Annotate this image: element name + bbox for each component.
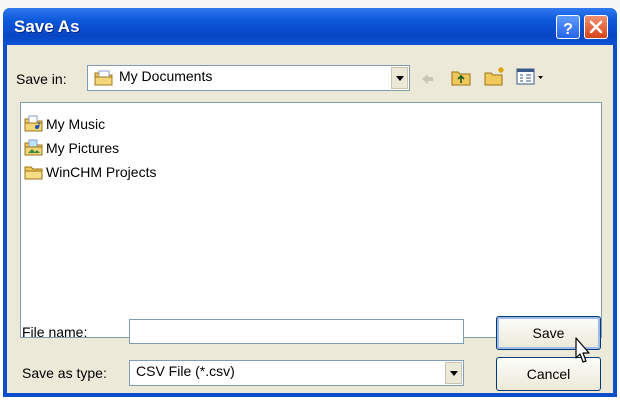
up-one-level-folder-icon[interactable] bbox=[450, 67, 472, 87]
close-x-icon bbox=[589, 20, 603, 34]
my-documents-folder-icon bbox=[94, 70, 113, 86]
list-item[interactable]: My Pictures bbox=[24, 138, 144, 158]
back-arrow-icon[interactable] bbox=[420, 72, 434, 86]
file-name: My Pictures bbox=[46, 140, 120, 156]
dialog-body: Save in: My Documents My Music My Pictur… bbox=[7, 45, 613, 393]
file-name: WinCHM Projects bbox=[46, 164, 157, 180]
save-in-dropdown[interactable]: My Documents bbox=[87, 65, 410, 91]
save-in-dropdown-button[interactable] bbox=[391, 67, 408, 89]
pictures-folder-icon bbox=[24, 139, 43, 156]
help-button[interactable]: ? bbox=[556, 15, 580, 39]
save-as-dialog: Save As ? Save in: My Documents My Music… bbox=[3, 8, 617, 397]
dialog-title: Save As bbox=[14, 17, 80, 36]
file-name: My Music bbox=[46, 116, 106, 132]
title-bar[interactable]: Save As ? bbox=[3, 8, 617, 45]
chevron-down-icon bbox=[396, 76, 404, 81]
save-in-label: Save in: bbox=[16, 71, 67, 87]
mouse-cursor-icon bbox=[575, 337, 590, 363]
close-button[interactable] bbox=[584, 15, 608, 39]
file-name-input[interactable] bbox=[129, 319, 464, 344]
save-in-value: My Documents bbox=[119, 68, 213, 84]
save-as-type-label: Save as type: bbox=[22, 365, 107, 381]
list-item[interactable]: My Music bbox=[24, 114, 144, 134]
background-strip bbox=[0, 0, 620, 8]
file-list[interactable]: My Music My Pictures WinCHM Projects bbox=[20, 102, 602, 338]
folder-icon bbox=[24, 166, 43, 180]
save-as-type-value: CSV File (*.csv) bbox=[136, 363, 235, 379]
file-name-label: File name: bbox=[22, 324, 88, 340]
views-menu-icon[interactable] bbox=[516, 67, 546, 87]
save-as-type-dropdown-button[interactable] bbox=[445, 362, 462, 384]
new-folder-icon[interactable] bbox=[483, 65, 507, 87]
svg-text:?: ? bbox=[563, 21, 573, 38]
chevron-down-icon bbox=[450, 371, 458, 376]
music-folder-icon bbox=[24, 115, 43, 132]
question-mark-icon: ? bbox=[563, 21, 573, 38]
list-item[interactable]: WinCHM Projects bbox=[24, 162, 174, 182]
save-as-type-dropdown[interactable]: CSV File (*.csv) bbox=[129, 360, 464, 386]
